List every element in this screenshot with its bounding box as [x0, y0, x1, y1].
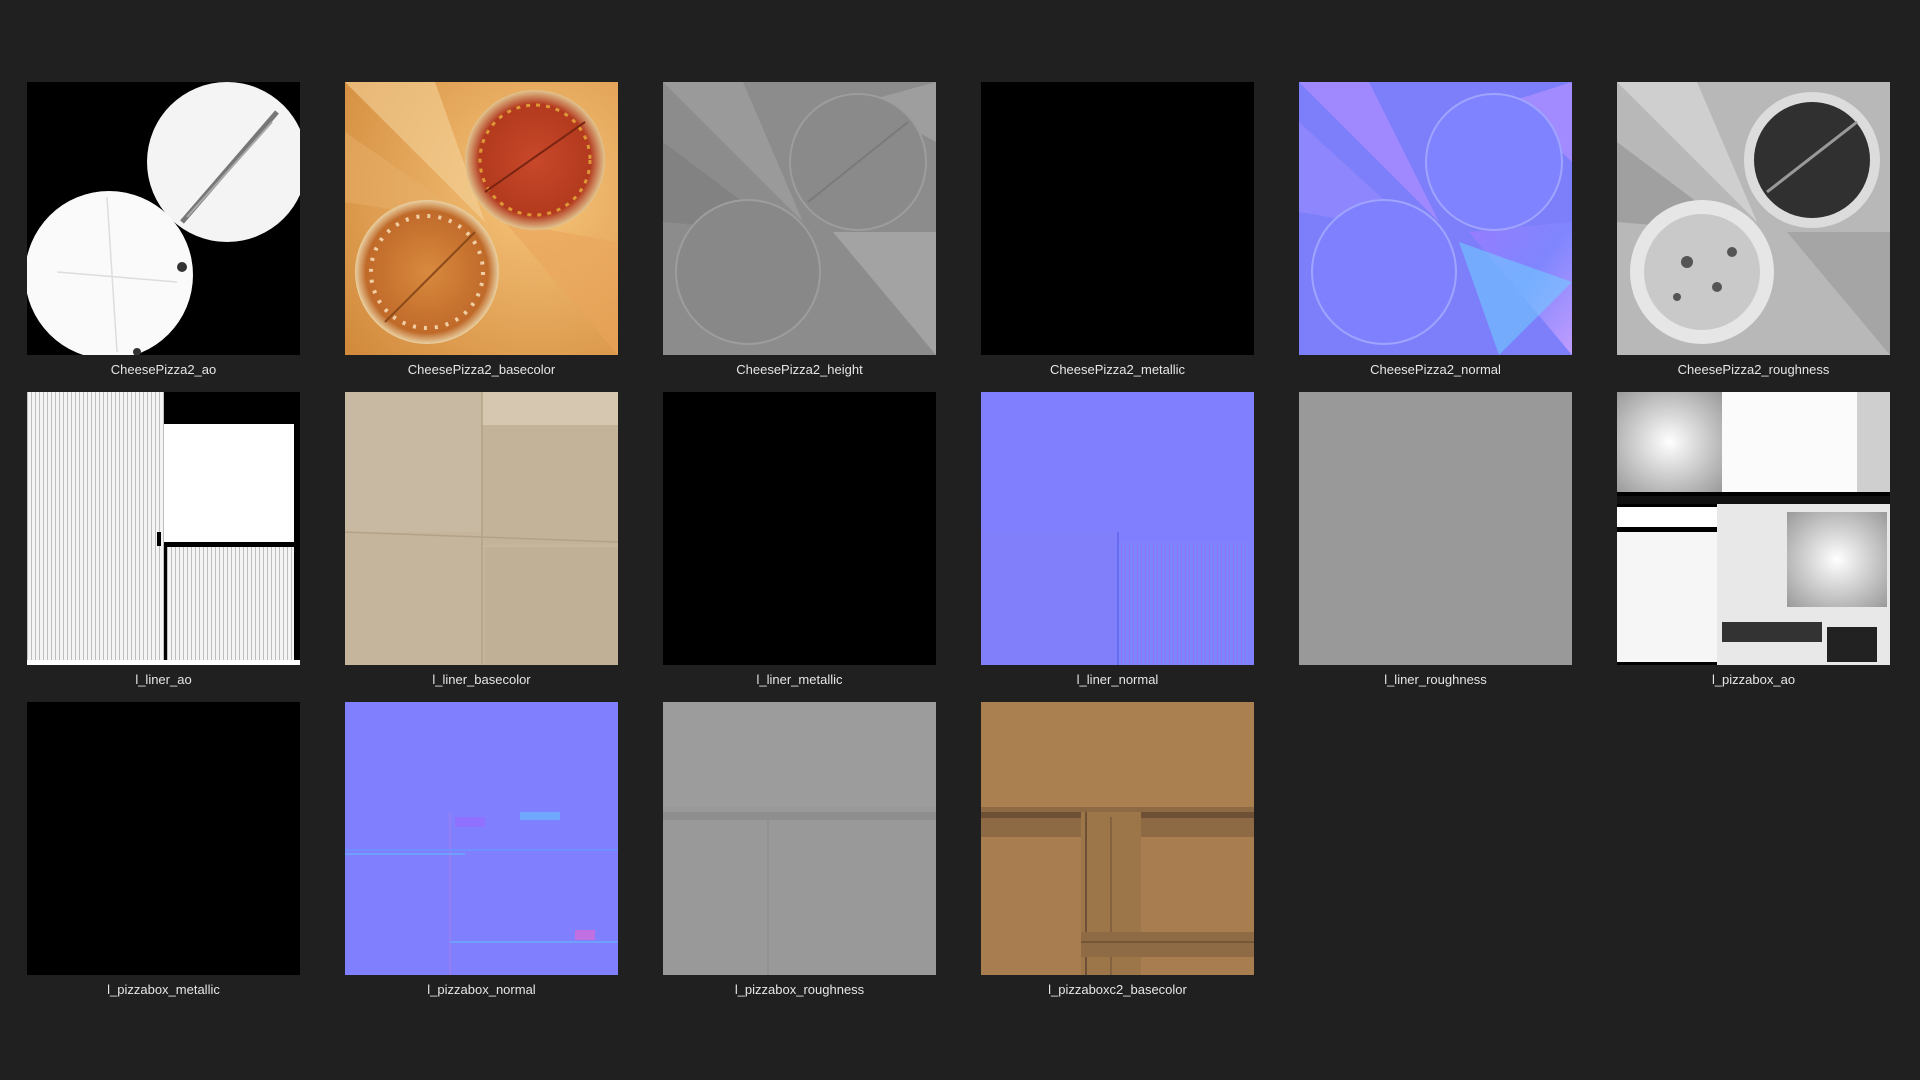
roughness-map-thumbnail: [1617, 82, 1890, 355]
file-name-label: l_liner_normal: [1076, 672, 1159, 687]
roughness-map-thumbnail: [663, 702, 936, 975]
file-name-label: CheesePizza2_basecolor: [407, 362, 556, 377]
file-tile-cheesepizza2-roughness[interactable]: CheesePizza2_roughness: [1617, 82, 1890, 392]
file-tile-cheesepizza2-height[interactable]: CheesePizza2_height: [663, 82, 936, 392]
file-name-label: l_pizzabox_normal: [427, 982, 536, 997]
basecolor-map-thumbnail: [345, 392, 618, 665]
file-tile-l-pizzabox-normal[interactable]: l_pizzabox_normal: [345, 702, 618, 1012]
basecolor-map-thumbnail: [345, 82, 618, 355]
file-name-label: l_liner_roughness: [1384, 672, 1487, 687]
file-name-label: l_pizzabox_roughness: [734, 982, 865, 997]
file-name-label: CheesePizza2_height: [736, 362, 863, 377]
metallic-map-thumbnail: [27, 702, 300, 975]
file-tile-l-liner-basecolor[interactable]: l_liner_basecolor: [345, 392, 618, 702]
ao-map-thumbnail: [27, 82, 300, 355]
height-map-thumbnail: [663, 82, 936, 355]
file-grid: CheesePizza2_ao CheesePizza2_basecolor C…: [27, 82, 1890, 1012]
file-name-label: l_liner_ao: [135, 672, 192, 687]
file-tile-l-liner-roughness[interactable]: l_liner_roughness: [1299, 392, 1572, 702]
file-name-label: CheesePizza2_roughness: [1677, 362, 1830, 377]
file-tile-l-pizzabox-roughness[interactable]: l_pizzabox_roughness: [663, 702, 936, 1012]
normal-map-thumbnail: [345, 702, 618, 975]
file-name-label: l_pizzaboxc2_basecolor: [1048, 982, 1187, 997]
file-tile-l-pizzabox-metallic[interactable]: l_pizzabox_metallic: [27, 702, 300, 1012]
ao-map-thumbnail: [27, 392, 300, 665]
roughness-map-thumbnail: [1299, 392, 1572, 665]
file-tile-l-pizzaboxc2-basecolor[interactable]: l_pizzaboxc2_basecolor: [981, 702, 1254, 1012]
basecolor-map-thumbnail: [981, 702, 1254, 975]
metallic-map-thumbnail: [981, 82, 1254, 355]
file-tile-l-pizzabox-ao[interactable]: l_pizzabox_ao: [1617, 392, 1890, 702]
normal-map-thumbnail: [1299, 82, 1572, 355]
file-tile-cheesepizza2-ao[interactable]: CheesePizza2_ao: [27, 82, 300, 392]
file-tile-l-liner-ao[interactable]: l_liner_ao: [27, 392, 300, 702]
file-tile-l-liner-metallic[interactable]: l_liner_metallic: [663, 392, 936, 702]
file-name-label: CheesePizza2_ao: [110, 362, 217, 377]
file-tile-l-liner-normal[interactable]: l_liner_normal: [981, 392, 1254, 702]
file-name-label: l_pizzabox_metallic: [107, 982, 220, 997]
file-explorer-view: CheesePizza2_ao CheesePizza2_basecolor C…: [0, 0, 1920, 1080]
ao-map-thumbnail: [1617, 392, 1890, 665]
file-name-label: l_pizzabox_ao: [1711, 672, 1796, 687]
file-name-label: CheesePizza2_normal: [1370, 362, 1501, 377]
metallic-map-thumbnail: [663, 392, 936, 665]
normal-map-thumbnail: [981, 392, 1254, 665]
file-tile-cheesepizza2-basecolor[interactable]: CheesePizza2_basecolor: [345, 82, 618, 392]
file-name-label: l_liner_metallic: [756, 672, 843, 687]
file-tile-cheesepizza2-metallic[interactable]: CheesePizza2_metallic: [981, 82, 1254, 392]
file-name-label: l_liner_basecolor: [432, 672, 531, 687]
file-name-label: CheesePizza2_metallic: [1049, 362, 1186, 377]
file-tile-cheesepizza2-normal[interactable]: CheesePizza2_normal: [1299, 82, 1572, 392]
